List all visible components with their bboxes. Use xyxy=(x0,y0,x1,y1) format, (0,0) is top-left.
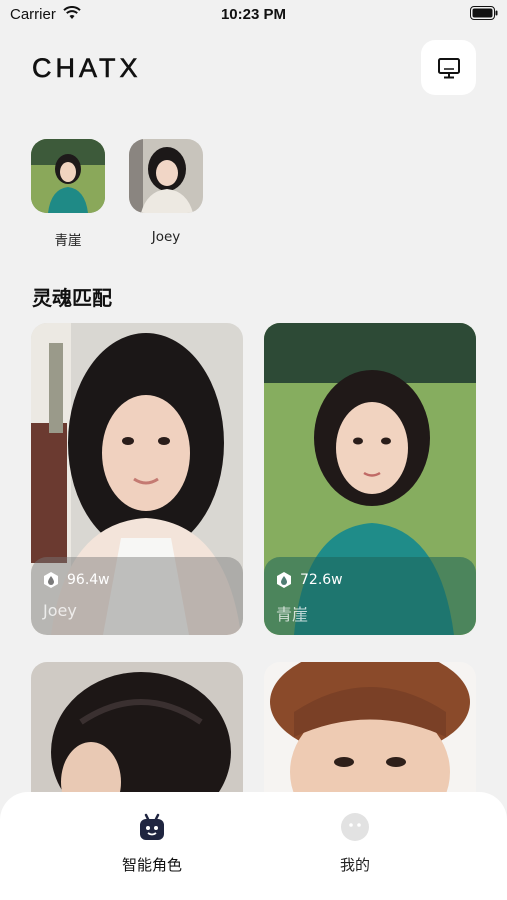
battery-icon xyxy=(470,6,498,20)
card-info-panel: 72.6w 青崖 xyxy=(264,557,476,635)
status-time: 10:23 PM xyxy=(220,6,287,23)
recent-character-qingya[interactable]: 青崖 xyxy=(31,139,105,249)
bottom-tab-bar: 智能角色 我的 xyxy=(0,792,507,900)
card-stats: 72.6w xyxy=(276,571,343,589)
character-card-qingya[interactable]: 72.6w 青崖 xyxy=(264,323,476,635)
avatar-image xyxy=(31,139,105,213)
hexagon-drop-icon xyxy=(44,572,58,588)
character-image xyxy=(264,662,476,812)
app-logo: CHATX xyxy=(32,53,142,84)
card-name: 青崖 xyxy=(276,605,309,624)
tab-label: 我的 xyxy=(339,856,370,874)
recent-name: Joey xyxy=(151,229,181,245)
card-name: Joey xyxy=(43,601,77,620)
recent-character-joey[interactable]: Joey xyxy=(129,139,203,245)
avatar[interactable] xyxy=(129,139,203,213)
character-card-joey[interactable]: 96.4w Joey xyxy=(31,323,243,635)
hexagon-drop-icon xyxy=(277,572,291,588)
robot-icon xyxy=(140,813,164,840)
recent-name: 青崖 xyxy=(54,233,82,249)
face-icon xyxy=(341,813,369,841)
views-count: 96.4w xyxy=(67,572,110,588)
tab-label: 智能角色 xyxy=(121,856,182,874)
avatar[interactable] xyxy=(31,139,105,213)
tab-me[interactable]: 我的 xyxy=(295,812,415,875)
card-stats: 96.4w xyxy=(43,571,110,589)
screen-mode-button[interactable] xyxy=(421,40,476,95)
monitor-icon xyxy=(437,57,460,78)
section-title: 灵魂匹配 xyxy=(32,286,112,310)
tab-characters[interactable]: 智能角色 xyxy=(92,812,212,875)
card-info-panel: 96.4w Joey xyxy=(31,557,243,635)
character-image xyxy=(31,662,243,812)
status-bar: Carrier 10:23 PM xyxy=(0,0,507,28)
character-card[interactable] xyxy=(31,662,243,812)
avatar-image xyxy=(129,139,203,213)
character-card[interactable] xyxy=(264,662,476,812)
views-count: 72.6w xyxy=(300,572,343,588)
